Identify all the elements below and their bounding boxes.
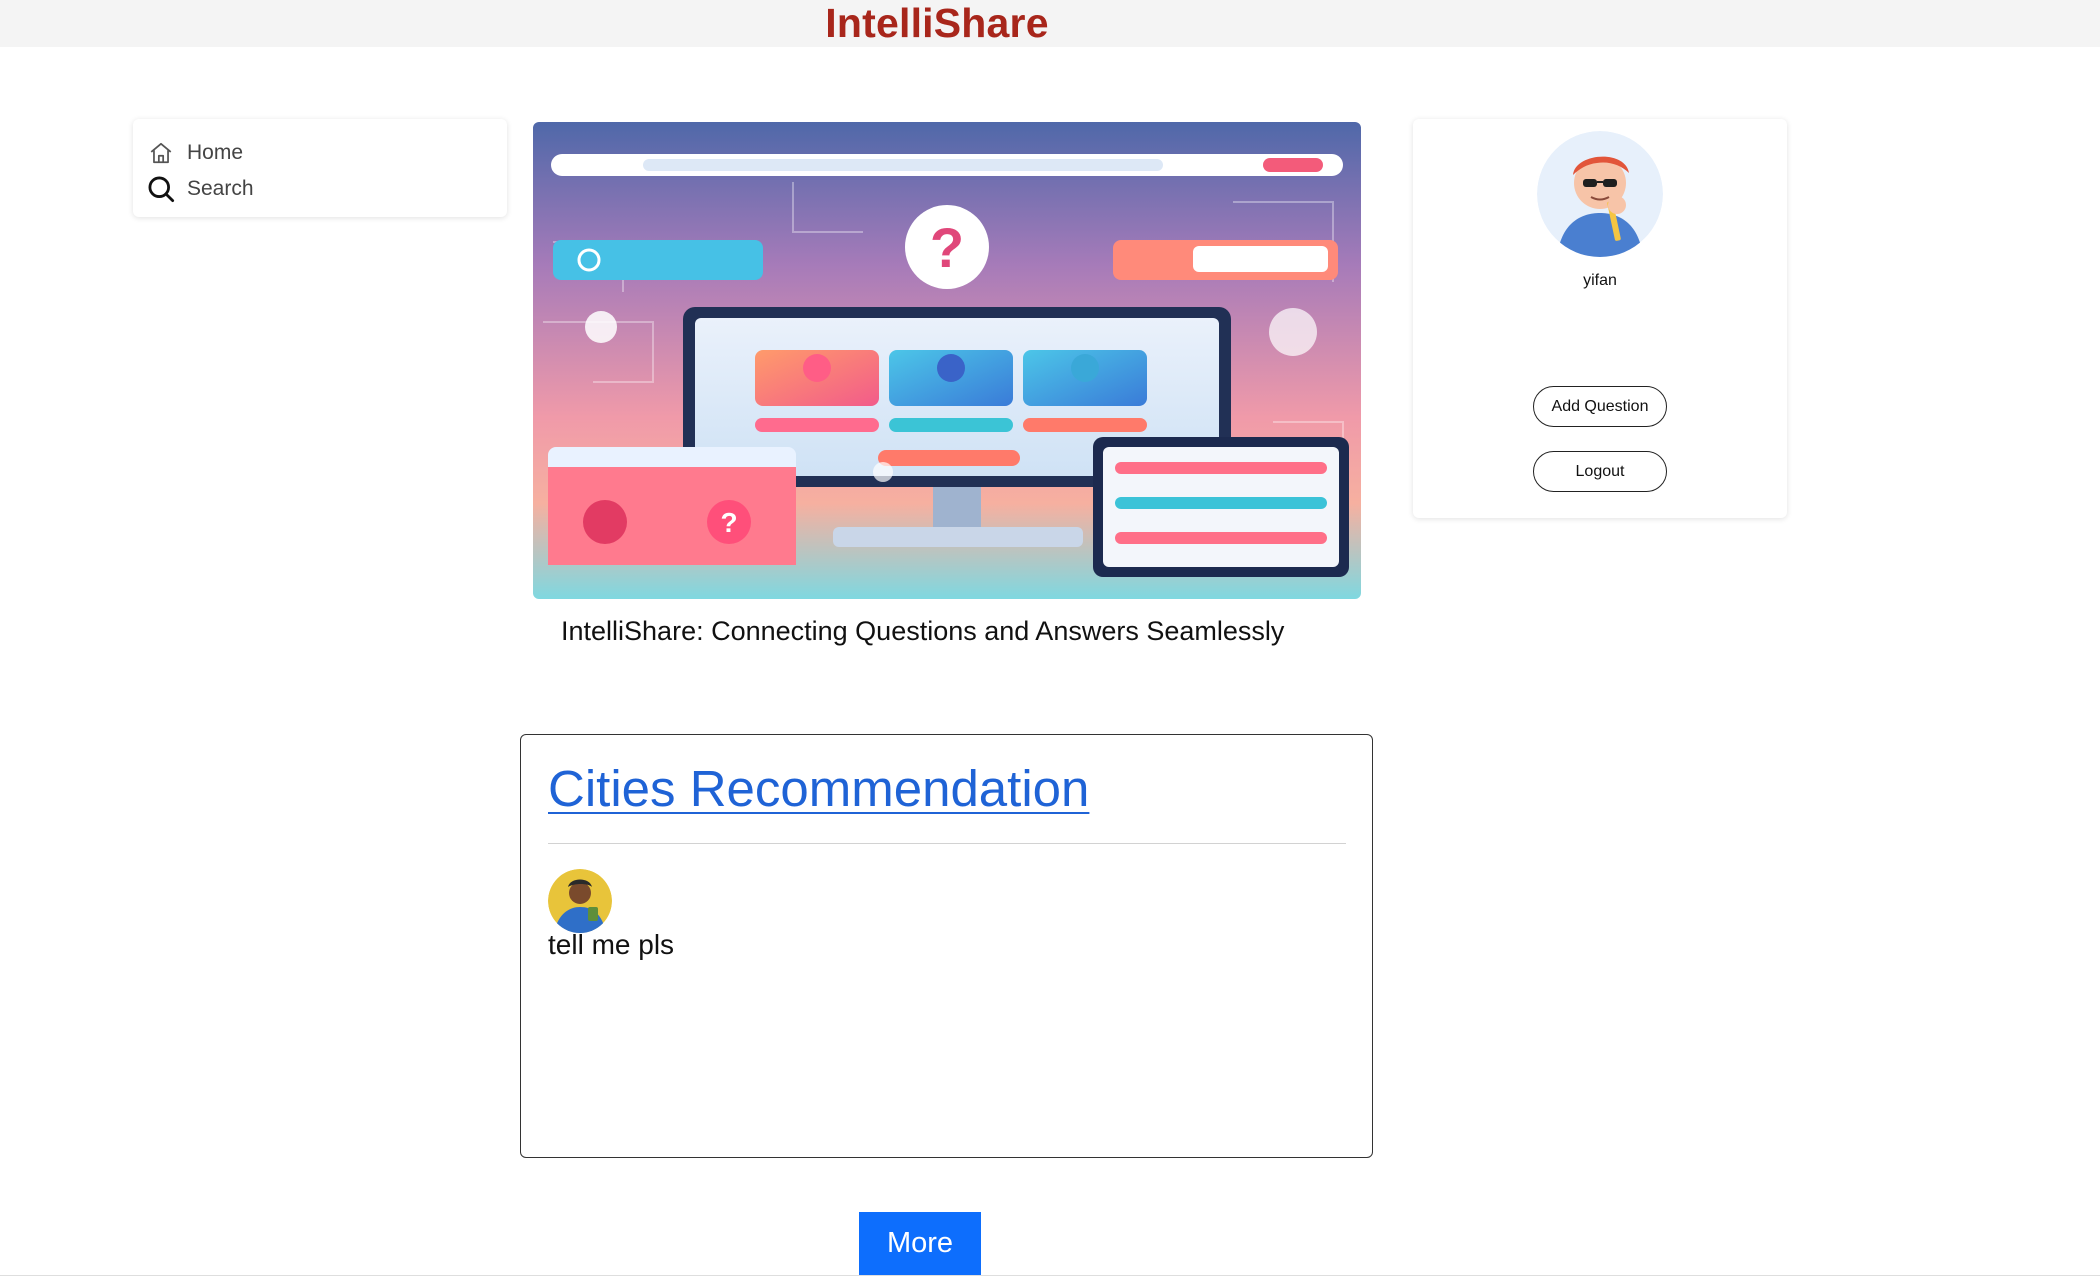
- user-avatar-illustration: [1537, 131, 1663, 257]
- author-avatar-illustration: [548, 869, 612, 933]
- more-button[interactable]: More: [859, 1212, 981, 1275]
- svg-text:?: ?: [720, 507, 737, 538]
- svg-text:?: ?: [930, 216, 964, 279]
- nav-item-search[interactable]: Search: [147, 171, 493, 207]
- hero-caption: IntelliShare: Connecting Questions and A…: [561, 616, 1285, 646]
- nav-item-label: Search: [187, 177, 254, 200]
- sidebar-nav: Home Search: [133, 119, 507, 217]
- qa-platform-illustration: ? ?: [543, 154, 1349, 577]
- page-bottom-divider: [0, 1275, 2100, 1276]
- hero-image: ? ?: [533, 122, 1361, 599]
- brand-title[interactable]: IntelliShare: [0, 0, 1874, 47]
- top-header: IntelliShare: [0, 0, 2100, 47]
- question-card: Cities Recommendation tell me pls: [520, 734, 1373, 1158]
- nav-item-home[interactable]: Home: [147, 135, 493, 171]
- question-title-link[interactable]: Cities Recommendation: [548, 759, 1089, 818]
- home-icon: [147, 139, 175, 167]
- author-avatar: [548, 869, 612, 933]
- search-icon: [147, 175, 175, 203]
- logout-button[interactable]: Logout: [1533, 451, 1667, 492]
- question-body: tell me pls: [548, 929, 675, 960]
- add-question-button[interactable]: Add Question: [1533, 386, 1667, 427]
- card-divider: [548, 843, 1346, 844]
- nav-item-label: Home: [187, 141, 244, 164]
- profile-card: yifan Add Question Logout: [1413, 119, 1787, 518]
- user-avatar[interactable]: [1537, 131, 1663, 257]
- profile-username: yifan: [1583, 272, 1617, 289]
